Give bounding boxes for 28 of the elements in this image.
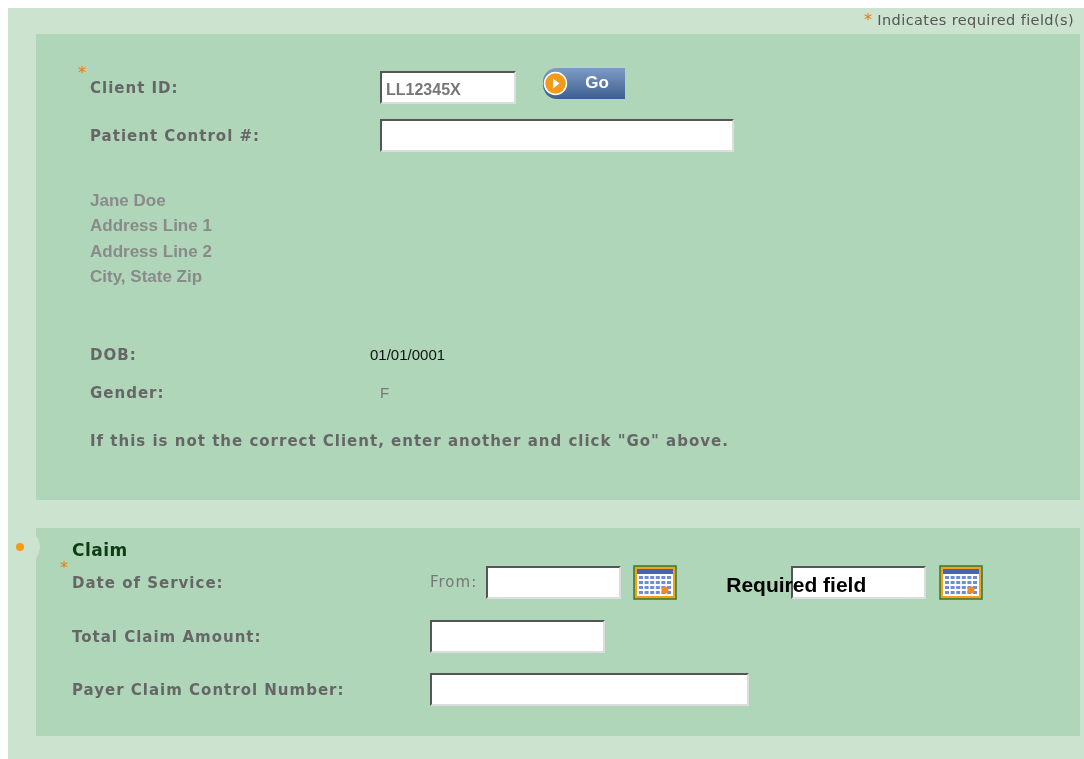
calendar-icon[interactable]	[633, 564, 678, 600]
field-label: Total Claim Amount:	[72, 628, 262, 646]
client-id-field[interactable]: LL12345X	[380, 70, 516, 104]
address-line: Jane Doe	[90, 190, 167, 212]
go-button[interactable]: Go	[543, 67, 625, 99]
field-label: From:	[430, 573, 478, 591]
calendar-icon[interactable]	[939, 564, 984, 600]
field-label: Gender:	[90, 384, 165, 403]
address-line: City, State Zip	[90, 265, 204, 288]
address-line: Address Line 1	[90, 215, 213, 238]
text-field[interactable]	[430, 673, 749, 706]
required-marker: *	[60, 558, 68, 577]
date-from-field[interactable]	[486, 565, 622, 599]
field-label: DOB:	[90, 346, 137, 365]
field-label: Client ID:	[90, 78, 179, 97]
address-line: Address Line 2	[90, 240, 213, 263]
field-value: 01/01/0001	[370, 346, 446, 364]
field-value: F	[380, 384, 390, 402]
field-label: Payer Claim Control Number:	[72, 681, 345, 699]
text-field[interactable]	[430, 620, 605, 653]
required-note: * Indicates required field(s)	[863, 10, 1074, 31]
hint-text: If this is not the correct Client, enter another and click "Go" above.	[90, 432, 730, 451]
field-label: Date of Service:	[72, 573, 224, 592]
field-label: Patient Control #:	[90, 127, 261, 145]
play-icon	[543, 70, 568, 96]
required-marker: *	[78, 63, 86, 82]
patient-control-field[interactable]	[380, 119, 734, 152]
section-title: Claim	[72, 540, 129, 560]
